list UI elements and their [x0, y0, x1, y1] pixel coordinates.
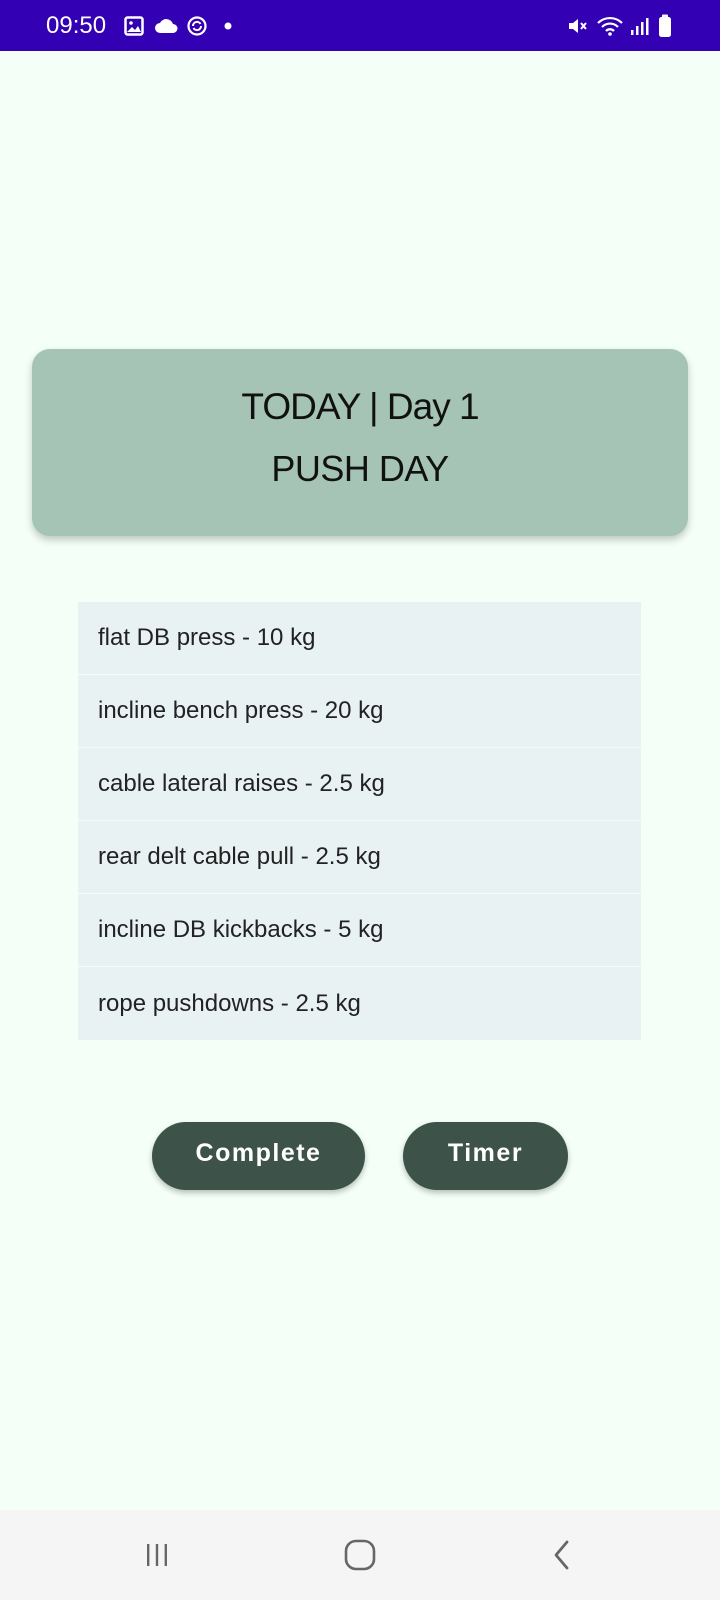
home-icon[interactable] — [330, 1532, 390, 1578]
cloud-icon — [154, 14, 178, 38]
exercise-item-flat-db-press[interactable]: flat DB press - 10 kg — [78, 602, 641, 675]
status-time: 09:50 — [46, 12, 107, 39]
workout-title: PUSH DAY — [271, 448, 449, 489]
exercise-item-incline-db-kickbacks[interactable]: incline DB kickbacks - 5 kg — [78, 894, 641, 967]
back-icon[interactable] — [532, 1532, 592, 1578]
exercise-item-incline-bench-press[interactable]: incline bench press - 20 kg — [78, 675, 641, 748]
wifi-icon — [596, 14, 624, 38]
timer-button[interactable]: Timer — [403, 1122, 568, 1190]
exercise-list: flat DB press - 10 kg incline bench pres… — [78, 602, 641, 1040]
mute-icon — [566, 14, 588, 38]
exercise-item-rope-pushdowns[interactable]: rope pushdowns - 2.5 kg — [78, 967, 641, 1040]
image-icon — [124, 14, 144, 38]
recents-icon[interactable] — [127, 1532, 187, 1578]
battery-icon — [658, 14, 672, 38]
navigation-bar — [0, 1510, 720, 1600]
sync-icon — [186, 14, 208, 38]
exercise-item-cable-lateral-raises[interactable]: cable lateral raises - 2.5 kg — [78, 748, 641, 821]
status-bar: 09:50 — [0, 0, 720, 51]
day-title: TODAY | Day 1 — [241, 386, 479, 427]
complete-button[interactable]: Complete — [152, 1122, 365, 1190]
today-header-card: TODAY | Day 1 PUSH DAY — [32, 349, 688, 536]
exercise-item-rear-delt-cable-pull[interactable]: rear delt cable pull - 2.5 kg — [78, 821, 641, 894]
dot-icon — [224, 14, 232, 38]
signal-icon — [630, 14, 650, 38]
